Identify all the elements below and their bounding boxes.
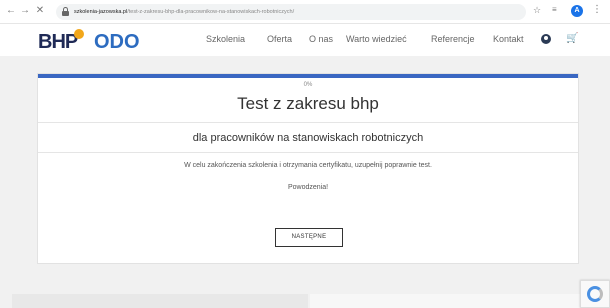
extensions-icon[interactable]: ≡ [552, 5, 557, 14]
bookmark-star-icon[interactable]: ☆ [533, 5, 541, 16]
cart-icon[interactable]: 🛒 [566, 33, 578, 44]
test-instruction: W celu zakończenia szkolenia i otrzymani… [184, 162, 432, 169]
user-account-icon[interactable] [541, 34, 551, 44]
url-text: szkolenia-jazowska.pl/test-z-zakresu-bhp… [74, 7, 294, 17]
nav-item-warto-wiedziec[interactable]: Warto wiedzieć [346, 34, 407, 44]
good-luck-text: Powodzenia! [287, 184, 329, 191]
close-icon[interactable]: ✕ [33, 4, 47, 18]
next-button[interactable]: NASTĘPNE [275, 228, 343, 247]
profile-avatar[interactable]: A [571, 5, 583, 17]
nav-item-szkolenia[interactable]: Szkolenia [206, 34, 245, 44]
nav-item-o-nas[interactable]: O nas [309, 34, 333, 44]
forward-arrow-icon[interactable]: → [18, 4, 32, 18]
logo-figure-icon [74, 29, 84, 39]
nav-item-oferta[interactable]: Oferta [267, 34, 292, 44]
test-title: Test z zakresu bhp [237, 94, 379, 113]
progress-bar [38, 74, 578, 78]
back-arrow-icon[interactable]: ← [4, 4, 18, 18]
recaptcha-icon [587, 286, 603, 302]
progress-label: 0% [303, 82, 313, 88]
test-subtitle: dla pracowników na stanowiskach robotnic… [192, 132, 424, 144]
lock-icon [62, 7, 69, 16]
test-card: 0% Test z zakresu bhp dla pracowników na… [37, 73, 579, 264]
recaptcha-badge[interactable] [580, 280, 610, 308]
footer-left-panel [12, 294, 308, 308]
nav-item-referencje[interactable]: Referencje [431, 34, 475, 44]
browser-toolbar: ← → ✕ szkolenia-jazowska.pl/test-z-zakre… [0, 0, 610, 24]
footer-right-panel [310, 294, 598, 308]
divider [38, 152, 578, 153]
address-bar[interactable]: szkolenia-jazowska.pl/test-z-zakresu-bhp… [56, 4, 526, 20]
divider [38, 122, 578, 123]
browser-menu-icon[interactable]: ⋮ [592, 4, 602, 15]
logo-text-right: ODO [94, 31, 140, 53]
nav-item-kontakt[interactable]: Kontakt [493, 34, 524, 44]
url-path: /test-z-zakresu-bhp-dla-pracownikow-na-s… [127, 9, 295, 15]
site-header: BHP ODO Szkolenia Oferta O nas Warto wie… [0, 24, 610, 56]
logo-text-left: BHP [38, 31, 78, 53]
url-host: szkolenia-jazowska.pl [74, 9, 128, 15]
